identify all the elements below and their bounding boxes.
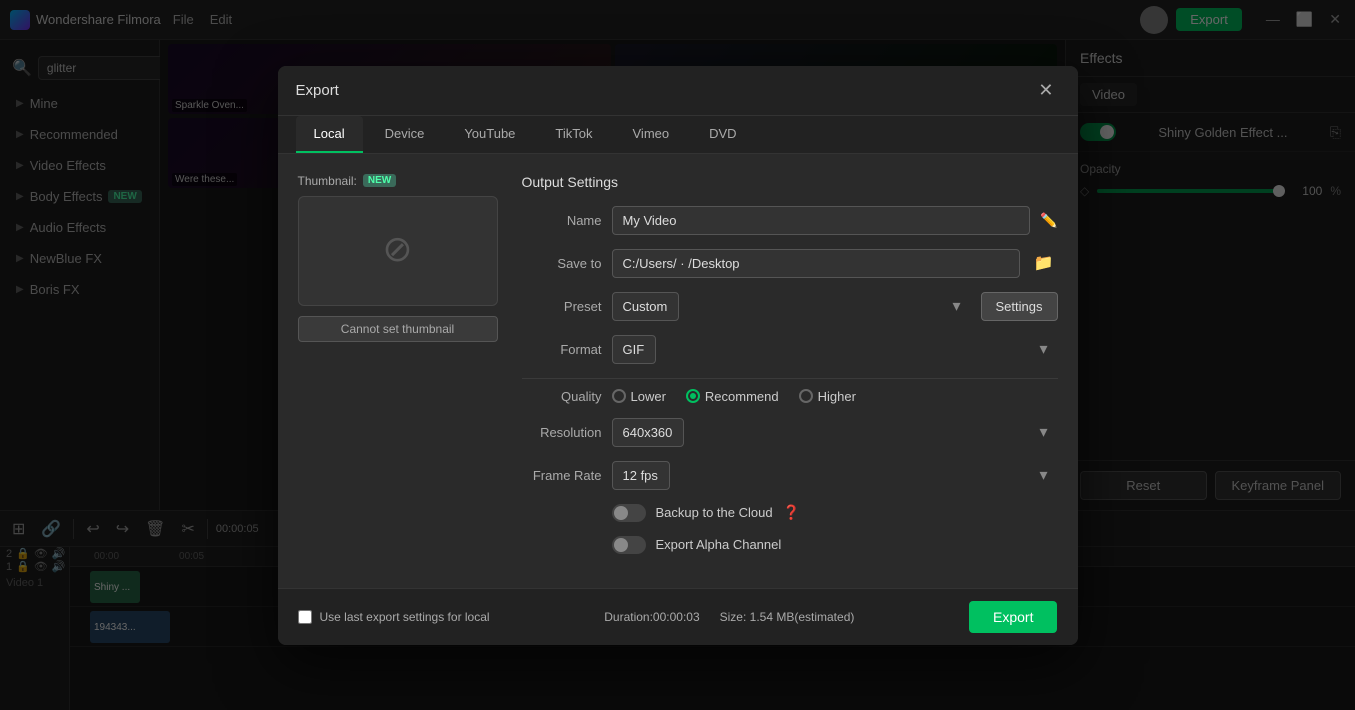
modal-tabs: Local Device YouTube TikTok Vimeo DVD bbox=[278, 116, 1078, 154]
modal-body: Thumbnail: NEW ⊘ Cannot set thumbnail Ou… bbox=[278, 154, 1078, 588]
quality-label: Quality bbox=[522, 389, 602, 404]
modal-footer: Use last export settings for local Durat… bbox=[278, 588, 1078, 645]
quality-row: Quality Lower Recommend Higher bbox=[522, 389, 1058, 404]
settings-button[interactable]: Settings bbox=[981, 292, 1058, 321]
use-last-label: Use last export settings for local bbox=[320, 610, 490, 624]
help-icon[interactable]: ❓ bbox=[783, 504, 800, 521]
format-label: Format bbox=[522, 342, 602, 357]
modal-close-button[interactable]: ✕ bbox=[1032, 78, 1059, 103]
modal-header: Export ✕ bbox=[278, 66, 1078, 116]
export-alpha-row: Export Alpha Channel bbox=[522, 536, 1058, 554]
resolution-label: Resolution bbox=[522, 425, 602, 440]
tab-vimeo[interactable]: Vimeo bbox=[615, 116, 688, 153]
browse-folder-button[interactable]: 📁 bbox=[1030, 249, 1058, 277]
quality-lower[interactable]: Lower bbox=[612, 389, 666, 404]
thumbnail-label: Thumbnail: NEW bbox=[298, 174, 498, 188]
frame-rate-label: Frame Rate bbox=[522, 468, 602, 483]
tab-local[interactable]: Local bbox=[296, 116, 363, 153]
export-alpha-toggle[interactable] bbox=[612, 536, 646, 554]
backup-row: Backup to the Cloud ❓ bbox=[522, 504, 1058, 522]
backup-toggle[interactable] bbox=[612, 504, 646, 522]
output-title: Output Settings bbox=[522, 174, 1058, 190]
tab-youtube[interactable]: YouTube bbox=[446, 116, 533, 153]
quality-recommend[interactable]: Recommend bbox=[686, 389, 779, 404]
quality-lower-label: Lower bbox=[631, 389, 666, 404]
thumbnail-text: Thumbnail: bbox=[298, 174, 357, 188]
save-to-label: Save to bbox=[522, 256, 602, 271]
export-modal: Export ✕ Local Device YouTube TikTok Vim… bbox=[278, 66, 1078, 645]
save-to-input[interactable] bbox=[612, 249, 1020, 278]
quality-higher[interactable]: Higher bbox=[799, 389, 856, 404]
thumbnail-box: ⊘ bbox=[298, 196, 498, 306]
tab-dvd[interactable]: DVD bbox=[691, 116, 754, 153]
no-thumbnail-icon: ⊘ bbox=[382, 228, 412, 270]
duration-stat: Duration:00:00:03 bbox=[604, 610, 699, 624]
tab-tiktok[interactable]: TikTok bbox=[537, 116, 610, 153]
format-select-wrapper: GIF bbox=[612, 335, 1058, 364]
quality-options: Lower Recommend Higher bbox=[612, 389, 856, 404]
use-last-checkbox[interactable] bbox=[298, 610, 312, 624]
divider bbox=[522, 378, 1058, 379]
cannot-set-label: Cannot set thumbnail bbox=[298, 316, 498, 342]
format-select[interactable]: GIF bbox=[612, 335, 656, 364]
radio-lower[interactable] bbox=[612, 389, 626, 403]
ai-edit-icon[interactable]: ✏️ bbox=[1040, 212, 1057, 229]
resolution-select-wrapper: 640x360 bbox=[612, 418, 1058, 447]
output-settings: Output Settings Name ✏️ Save to 📁 Preset bbox=[522, 174, 1058, 568]
name-label: Name bbox=[522, 213, 602, 228]
resolution-row: Resolution 640x360 bbox=[522, 418, 1058, 447]
name-row: Name ✏️ bbox=[522, 206, 1058, 235]
frame-rate-row: Frame Rate 12 fps bbox=[522, 461, 1058, 490]
format-row: Format GIF bbox=[522, 335, 1058, 364]
cannot-set-button[interactable]: Cannot set thumbnail bbox=[298, 316, 498, 342]
thumbnail-panel: Thumbnail: NEW ⊘ Cannot set thumbnail bbox=[298, 174, 498, 568]
backup-label: Backup to the Cloud bbox=[656, 505, 773, 520]
save-to-row: Save to 📁 bbox=[522, 249, 1058, 278]
footer-center: Duration:00:00:03 Size: 1.54 MB(estimate… bbox=[604, 610, 854, 624]
modal-overlay: Export ✕ Local Device YouTube TikTok Vim… bbox=[0, 0, 1355, 710]
modal-title: Export bbox=[296, 82, 339, 99]
quality-higher-label: Higher bbox=[818, 389, 856, 404]
size-stat: Size: 1.54 MB(estimated) bbox=[720, 610, 855, 624]
preset-row: Preset Custom Settings bbox=[522, 292, 1058, 321]
tab-device[interactable]: Device bbox=[367, 116, 443, 153]
thumbnail-new-badge: NEW bbox=[363, 174, 396, 187]
preset-select[interactable]: Custom bbox=[612, 292, 679, 321]
preset-label: Preset bbox=[522, 299, 602, 314]
export-alpha-label: Export Alpha Channel bbox=[656, 537, 782, 552]
quality-recommend-label: Recommend bbox=[705, 389, 779, 404]
footer-left: Use last export settings for local bbox=[298, 610, 490, 624]
frame-rate-select[interactable]: 12 fps bbox=[612, 461, 670, 490]
preset-select-wrapper: Custom bbox=[612, 292, 971, 321]
radio-higher[interactable] bbox=[799, 389, 813, 403]
resolution-select[interactable]: 640x360 bbox=[612, 418, 684, 447]
frame-rate-select-wrapper: 12 fps bbox=[612, 461, 1058, 490]
name-input[interactable] bbox=[612, 206, 1031, 235]
radio-recommend[interactable] bbox=[686, 389, 700, 403]
export-button[interactable]: Export bbox=[969, 601, 1057, 633]
